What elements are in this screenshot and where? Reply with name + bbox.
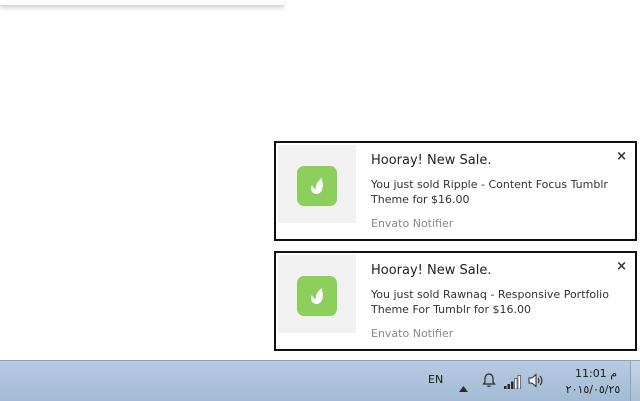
close-icon[interactable]: × [616,149,627,164]
bell-icon[interactable] [482,373,496,392]
notification-source: Envato Notifier [371,217,454,230]
signal-bars-icon[interactable] [504,374,521,393]
notification-title: Hooray! New Sale. [371,153,492,168]
notification-thumbnail [278,145,356,223]
notification-card-2[interactable]: Hooray! New Sale. You just sold Rawnaq -… [274,251,637,351]
clock-time[interactable]: 11:01 م [568,367,624,380]
notification-message: You just sold Rawnaq - Responsive Portfo… [371,288,609,316]
clock-date[interactable]: ٢٠١٥/٠٥/٢٥ [560,383,626,396]
close-icon[interactable]: × [616,259,627,274]
envato-leaf-icon [297,166,337,206]
taskbar: EN 11:01 م ٢٠١٥/٠٥/٢٥ [0,360,640,401]
background-window-edge [0,0,284,6]
notification-title: Hooray! New Sale. [371,263,492,278]
notification-message: You just sold Ripple - Content Focus Tum… [371,178,608,206]
show-desktop-button[interactable] [630,361,640,401]
tray-up-arrow-icon[interactable] [459,377,468,396]
notification-source: Envato Notifier [371,327,454,340]
envato-leaf-icon [297,276,337,316]
speaker-icon[interactable] [528,373,544,392]
notification-thumbnail [278,255,356,333]
language-indicator[interactable]: EN [428,373,443,386]
notification-card-1[interactable]: Hooray! New Sale. You just sold Ripple -… [274,141,637,241]
